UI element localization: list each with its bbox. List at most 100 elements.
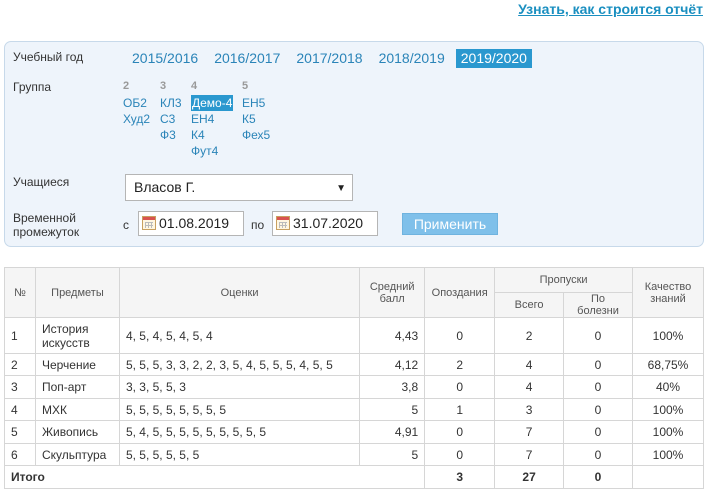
calendar-icon[interactable]: [142, 216, 156, 230]
year-label: Учебный год: [13, 50, 84, 64]
row-marks: 5, 5, 5, 5, 5, 5: [118, 443, 361, 466]
row-quality: 100%: [631, 398, 705, 421]
header-late: Опоздания: [424, 267, 496, 318]
group-link[interactable]: ЕН5: [242, 95, 270, 111]
header-absences-total: Всего: [494, 292, 565, 318]
group-link[interactable]: К5: [242, 111, 270, 127]
row-average: 4,12: [359, 353, 426, 376]
grade-number: 4: [191, 80, 198, 92]
year-tab[interactable]: 2017/2018: [291, 49, 367, 68]
header-quality: Качество знаний: [631, 267, 705, 318]
row-subject: Скульптура: [34, 443, 120, 466]
date-from-value: 01.08.2019: [159, 215, 230, 231]
row-num: 2: [4, 353, 36, 376]
total-quality-empty: [631, 465, 705, 489]
row-subject: МХК: [34, 398, 120, 421]
row-absences-total: 2: [494, 317, 565, 354]
table-row: 2 Черчение 5, 5, 5, 3, 3, 2, 2, 3, 5, 4,…: [4, 353, 705, 376]
row-absences-sick: 0: [563, 420, 633, 444]
header-subject: Предметы: [34, 267, 120, 318]
row-absences-total: 7: [494, 420, 565, 444]
row-quality: 100%: [631, 317, 705, 354]
to-word: по: [251, 218, 265, 232]
grade-column: 5 ЕН5 К5 Фех5: [242, 80, 270, 143]
row-subject: Черчение: [34, 353, 120, 376]
group-link[interactable]: Фут4: [191, 143, 233, 159]
year-tabs: 2015/2016 2016/2017 2017/2018 2018/2019 …: [127, 49, 538, 68]
year-tab-active[interactable]: 2019/2020: [455, 49, 532, 68]
row-marks: 5, 5, 5, 5, 5, 5, 5, 5: [118, 398, 361, 421]
row-absences-total: 7: [494, 443, 565, 466]
row-absences-sick: 0: [563, 375, 633, 399]
total-absences: 27: [494, 465, 565, 489]
header-marks: Оценки: [118, 267, 361, 318]
row-average: 4,43: [359, 317, 426, 354]
row-num: 3: [4, 375, 36, 399]
row-num: 6: [4, 443, 36, 466]
row-late: 0: [424, 317, 496, 354]
header-num: №: [4, 267, 36, 318]
date-to-input[interactable]: 31.07.2020: [272, 211, 378, 236]
group-link[interactable]: Ф3: [160, 127, 182, 143]
group-link[interactable]: С3: [160, 111, 182, 127]
row-absences-sick: 0: [563, 353, 633, 376]
from-word: с: [123, 218, 129, 232]
table-row: 6 Скульптура 5, 5, 5, 5, 5, 5 5 0 7 0 10…: [4, 443, 705, 466]
row-late: 1: [424, 398, 496, 421]
group-link[interactable]: К4: [191, 127, 233, 143]
group-link[interactable]: Худ2: [123, 111, 150, 127]
row-quality: 100%: [631, 443, 705, 466]
row-num: 5: [4, 420, 36, 444]
row-absences-sick: 0: [563, 317, 633, 354]
row-average: 4,91: [359, 420, 426, 444]
row-late: 2: [424, 353, 496, 376]
apply-button[interactable]: Применить: [402, 213, 498, 235]
row-quality: 68,75%: [631, 353, 705, 376]
table-row: 4 МХК 5, 5, 5, 5, 5, 5, 5, 5 5 1 3 0 100…: [4, 398, 705, 421]
row-absences-total: 3: [494, 398, 565, 421]
group-link[interactable]: ОБ2: [123, 95, 150, 111]
group-link-active[interactable]: Демо-4: [191, 95, 234, 111]
header-average: Средний балл: [359, 267, 426, 318]
calendar-icon[interactable]: [276, 216, 290, 230]
row-num: 4: [4, 398, 36, 421]
dropdown-arrow-icon: ▼: [336, 183, 346, 194]
header-absences-sick: По болезни: [563, 292, 633, 318]
header-absences: Пропуски: [494, 267, 633, 293]
table-row: 5 Живопись 5, 4, 5, 5, 5, 5, 5, 5, 5, 5,…: [4, 420, 705, 444]
grade-number: 5: [242, 80, 249, 92]
row-absences-total: 4: [494, 375, 565, 399]
row-average: 5: [359, 443, 426, 466]
row-absences-total: 4: [494, 353, 565, 376]
row-quality: 100%: [631, 420, 705, 444]
row-late: 0: [424, 420, 496, 444]
year-tab[interactable]: 2015/2016: [127, 49, 203, 68]
row-num: 1: [4, 317, 36, 354]
row-absences-sick: 0: [563, 443, 633, 466]
row-quality: 40%: [631, 375, 705, 399]
row-marks: 5, 5, 5, 3, 3, 2, 2, 3, 5, 4, 5, 5, 5, 4…: [118, 353, 361, 376]
students-label: Учащиеся: [13, 175, 70, 189]
date-from-input[interactable]: 01.08.2019: [138, 211, 244, 236]
row-subject: Живопись: [34, 420, 120, 444]
year-tab[interactable]: 2016/2017: [209, 49, 285, 68]
row-average: 3,8: [359, 375, 426, 399]
total-late: 3: [424, 465, 496, 489]
total-row: Итого 3 27 0: [3, 465, 705, 489]
group-link[interactable]: ЕН4: [191, 111, 233, 127]
row-late: 0: [424, 443, 496, 466]
row-absences-sick: 0: [563, 398, 633, 421]
student-select[interactable]: Власов Г. ▼: [125, 174, 353, 201]
year-tab[interactable]: 2018/2019: [374, 49, 450, 68]
row-marks: 3, 3, 5, 5, 3: [118, 375, 361, 399]
table-row: 3 Поп-арт 3, 3, 5, 5, 3 3,8 0 4 0 40%: [4, 375, 705, 399]
row-late: 0: [424, 375, 496, 399]
report-info-link[interactable]: Узнать, как строится отчёт: [518, 1, 703, 17]
grade-number: 2: [123, 80, 130, 92]
period-label: Временной промежуток: [13, 211, 80, 239]
group-link[interactable]: Фех5: [242, 127, 270, 143]
row-marks: 5, 4, 5, 5, 5, 5, 5, 5, 5, 5, 5: [118, 420, 361, 444]
group-link[interactable]: КЛ3: [160, 95, 182, 111]
total-label: Итого: [3, 465, 426, 489]
filter-panel: Учебный год 2015/2016 2016/2017 2017/201…: [4, 41, 704, 247]
